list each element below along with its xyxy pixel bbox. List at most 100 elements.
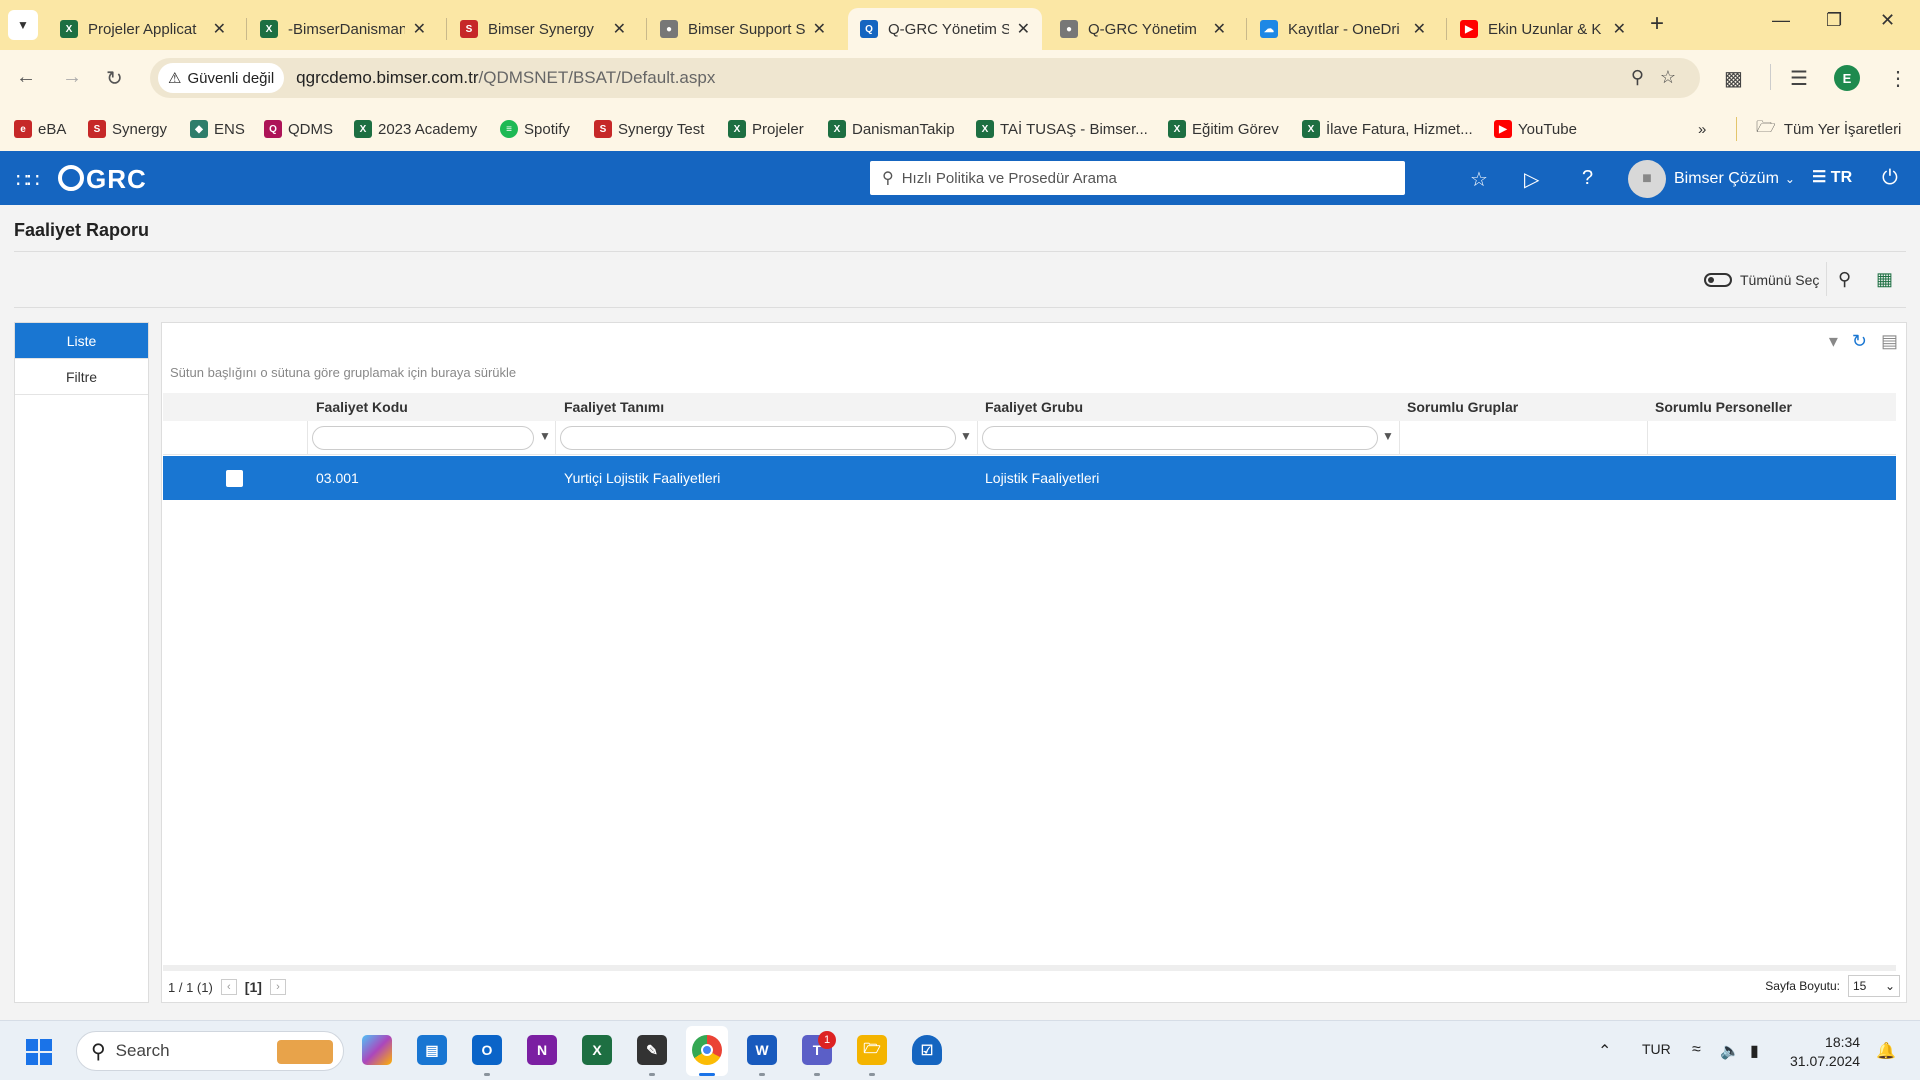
close-tab-icon[interactable]: ✕ bbox=[1213, 19, 1226, 39]
address-bar[interactable]: ⚠ Güvenli değil qgrcdemo.bimser.com.tr/Q… bbox=[150, 58, 1700, 98]
excel-export-icon[interactable]: ▦ bbox=[1876, 269, 1893, 290]
new-tab-button[interactable]: + bbox=[1650, 12, 1664, 36]
filter-input-group[interactable] bbox=[982, 426, 1378, 450]
profile-avatar[interactable]: E bbox=[1834, 65, 1860, 91]
column-header[interactable]: Faaliyet Grubu bbox=[985, 399, 1083, 415]
battery-icon[interactable]: ▮ bbox=[1750, 1041, 1759, 1061]
filter-icon[interactable]: ▼ bbox=[539, 429, 551, 443]
app-launcher-icon[interactable]: ∷∷ bbox=[16, 168, 39, 193]
zoom-icon[interactable]: ⚲ bbox=[1631, 67, 1644, 88]
announcement-icon[interactable]: ▷ bbox=[1524, 167, 1539, 192]
taskbar-search[interactable]: ⚲ Search bbox=[76, 1031, 344, 1071]
system-clock[interactable]: 18:34 31.07.2024 bbox=[1790, 1033, 1860, 1071]
group-panel-hint[interactable]: Sütun başlığını o sütuna göre gruplamak … bbox=[170, 365, 516, 380]
column-header[interactable]: Sorumlu Gruplar bbox=[1407, 399, 1518, 415]
clear-filter-icon[interactable]: ▾ bbox=[1829, 331, 1838, 352]
outlook-icon[interactable]: O bbox=[472, 1035, 502, 1065]
browser-tab[interactable]: X -BimserDanisman ✕ bbox=[248, 8, 438, 50]
bookmark-item[interactable]: X TAİ TUSAŞ - Bimser... bbox=[976, 119, 1148, 139]
filter-input-definition[interactable] bbox=[560, 426, 956, 450]
policy-search-input[interactable]: ⚲ Hızlı Politika ve Prosedür Arama bbox=[870, 161, 1405, 195]
file-explorer-icon[interactable]: 🗁 bbox=[857, 1035, 887, 1065]
copilot-icon[interactable] bbox=[362, 1035, 392, 1065]
close-tab-icon[interactable]: ✕ bbox=[213, 19, 226, 39]
row-checkbox[interactable] bbox=[226, 470, 243, 487]
more-bookmarks-icon[interactable]: » bbox=[1698, 119, 1706, 139]
close-tab-icon[interactable]: ✕ bbox=[1613, 19, 1626, 39]
close-tab-icon[interactable]: ✕ bbox=[413, 19, 426, 39]
sticky-notes-icon[interactable]: ✎ bbox=[637, 1035, 667, 1065]
widgets-icon[interactable]: ▤ bbox=[417, 1035, 447, 1065]
bookmark-item[interactable]: X DanismanTakip bbox=[828, 119, 955, 139]
onenote-icon[interactable]: N bbox=[527, 1035, 557, 1065]
filter-input-code[interactable] bbox=[312, 426, 534, 450]
close-tab-icon[interactable]: ✕ bbox=[813, 19, 826, 39]
defender-icon[interactable]: ☑ bbox=[912, 1035, 942, 1065]
language-selector[interactable]: ☰ TR bbox=[1812, 167, 1852, 187]
close-tab-icon[interactable]: ✕ bbox=[613, 19, 626, 39]
bookmark-item[interactable]: X Eğitim Görev bbox=[1168, 119, 1279, 139]
windows-start-icon[interactable] bbox=[26, 1039, 52, 1065]
browser-tab[interactable]: ● Q-GRC Yönetim ✕ bbox=[1048, 8, 1238, 50]
extensions-icon[interactable]: ▩ bbox=[1724, 66, 1743, 91]
browser-tab[interactable]: ▶ Ekin Uzunlar & K ✕ bbox=[1448, 8, 1638, 50]
more-menu-icon[interactable]: ⋮ bbox=[1888, 66, 1908, 91]
chevron-up-icon[interactable]: ⌃ bbox=[1598, 1041, 1611, 1061]
current-page[interactable]: [1] bbox=[245, 979, 262, 995]
reload-icon[interactable]: ↻ bbox=[106, 66, 123, 91]
refresh-icon[interactable]: ↻ bbox=[1852, 331, 1867, 352]
bookmark-item[interactable]: X Projeler bbox=[728, 119, 804, 139]
all-bookmarks-folder[interactable]: 🗁 Tüm Yer İşaretleri bbox=[1756, 119, 1901, 139]
help-icon[interactable]: ? bbox=[1582, 167, 1593, 190]
browser-tab-active[interactable]: Q Q-GRC Yönetim S ✕ bbox=[848, 8, 1042, 50]
horizontal-scrollbar[interactable] bbox=[163, 965, 1896, 971]
bookmark-item[interactable]: ≡ Spotify bbox=[500, 119, 570, 139]
browser-tab[interactable]: S Bimser Synergy ✕ bbox=[448, 8, 638, 50]
next-page-icon[interactable]: › bbox=[269, 979, 286, 995]
bookmark-item[interactable]: S Synergy Test bbox=[594, 119, 704, 139]
prev-page-icon[interactable]: ‹ bbox=[220, 979, 237, 995]
app-logo[interactable]: GRC bbox=[58, 164, 147, 195]
browser-tab[interactable]: ● Bimser Support S ✕ bbox=[648, 8, 838, 50]
browser-tab[interactable]: X Projeler Applicat ✕ bbox=[48, 8, 238, 50]
select-all-toggle[interactable]: Tümünü Seç bbox=[1704, 272, 1819, 288]
filter-icon[interactable]: ▼ bbox=[960, 429, 972, 443]
bookmark-item[interactable]: S Synergy bbox=[88, 119, 167, 139]
favorites-star-icon[interactable]: ☆ bbox=[1470, 167, 1488, 192]
restore-icon[interactable]: ❐ bbox=[1826, 10, 1842, 31]
bookmark-item[interactable]: ▶ YouTube bbox=[1494, 119, 1577, 139]
close-window-icon[interactable]: ✕ bbox=[1880, 10, 1895, 31]
close-tab-icon[interactable]: ✕ bbox=[1017, 19, 1030, 39]
user-menu[interactable]: ■ Bimser Çözüm ⌄ bbox=[1628, 160, 1795, 198]
column-header[interactable]: Faaliyet Kodu bbox=[316, 399, 408, 415]
filter-icon[interactable]: ▼ bbox=[1382, 429, 1394, 443]
minimize-icon[interactable]: — bbox=[1772, 10, 1790, 31]
nav-item-liste[interactable]: Liste bbox=[15, 323, 148, 359]
media-control-icon[interactable]: ☰ bbox=[1790, 66, 1808, 91]
input-language[interactable]: TUR bbox=[1642, 1041, 1671, 1057]
word-icon[interactable]: W bbox=[747, 1035, 777, 1065]
forward-arrow-icon[interactable]: → bbox=[62, 66, 82, 89]
tab-search-button[interactable]: ▼ bbox=[8, 10, 38, 40]
notification-bell-icon[interactable]: 🔔 bbox=[1876, 1041, 1896, 1061]
wifi-icon[interactable]: ≈ bbox=[1692, 1041, 1701, 1059]
bookmark-item[interactable]: X İlave Fatura, Hizmet... bbox=[1302, 119, 1473, 139]
chrome-icon[interactable] bbox=[692, 1035, 722, 1065]
security-indicator[interactable]: ⚠ Güvenli değil bbox=[158, 63, 285, 93]
page-size-select[interactable]: 15 ⌄ bbox=[1848, 975, 1900, 997]
column-header[interactable]: Faaliyet Tanımı bbox=[564, 399, 664, 415]
column-chooser-icon[interactable]: ▤ bbox=[1881, 331, 1898, 352]
nav-item-filtre[interactable]: Filtre bbox=[15, 359, 148, 395]
bookmark-item[interactable]: e eBA bbox=[14, 119, 66, 139]
column-header[interactable]: Sorumlu Personeller bbox=[1655, 399, 1792, 415]
search-icon[interactable]: ⚲ bbox=[1838, 269, 1851, 290]
bookmark-item[interactable]: Q QDMS bbox=[264, 119, 333, 139]
close-tab-icon[interactable]: ✕ bbox=[1413, 19, 1426, 39]
browser-tab[interactable]: ☁ Kayıtlar - OneDri ✕ bbox=[1248, 8, 1438, 50]
back-arrow-icon[interactable]: ← bbox=[16, 66, 36, 89]
excel-icon[interactable]: X bbox=[582, 1035, 612, 1065]
url-text[interactable]: qgrcdemo.bimser.com.tr/QDMSNET/BSAT/Defa… bbox=[296, 68, 715, 88]
bookmark-star-icon[interactable]: ☆ bbox=[1660, 67, 1676, 88]
table-row[interactable]: 03.001 Yurtiçi Lojistik Faaliyetleri Loj… bbox=[163, 456, 1896, 500]
bookmark-item[interactable]: X 2023 Academy bbox=[354, 119, 477, 139]
